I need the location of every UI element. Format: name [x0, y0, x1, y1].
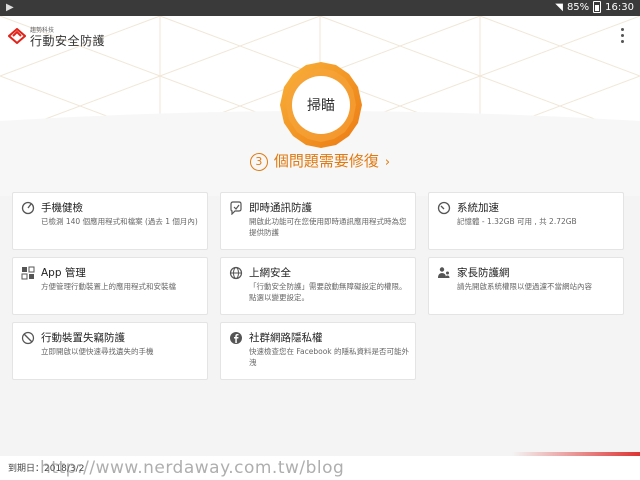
status-bar: ▶ ◥ 85% 16:30: [0, 0, 640, 16]
trend-micro-logo: [8, 28, 26, 44]
issues-link[interactable]: 3 個問題需要修復 ›: [0, 150, 640, 171]
app-title: 行動安全防護: [30, 34, 106, 48]
status-right: ◥ 85% 16:30: [555, 1, 634, 13]
card-app-manager[interactable]: App 管理 方便管理行動裝置上的應用程式和安裝檔: [12, 257, 208, 315]
card-desc: 「行動安全防護」需要啟動無障礙設定的權限。點選以變更設定。: [249, 282, 407, 302]
clock: 16:30: [605, 1, 634, 13]
card-title: 即時通訊防護: [249, 202, 312, 214]
card-system-boost[interactable]: 系統加速 記憶體 - 1.32GB 可用 , 共 2.72GB: [428, 192, 624, 250]
card-title: App 管理: [41, 267, 86, 279]
speedometer-icon: [437, 201, 451, 215]
card-desc: 開啟此功能可在您使用即時通訊應用程式時為您提供防護: [249, 217, 407, 237]
card-desc: 方便管理行動裝置上的應用程式和安裝檔: [41, 282, 176, 291]
card-web-security[interactable]: 上網安全 「行動安全防護」需要啟動無障礙設定的權限。點選以變更設定。: [220, 257, 416, 315]
chevron-right-icon: ›: [384, 155, 391, 170]
card-desc: 記憶體 - 1.32GB 可用 , 共 2.72GB: [457, 217, 577, 226]
more-vert-icon[interactable]: [616, 26, 628, 46]
hero-panel: 趨勢科技 行動安全防護 掃瞄 3 個問題需要修復 ›: [0, 16, 640, 196]
lost-device-icon: [21, 331, 35, 345]
card-im-protection[interactable]: 即時通訊防護 開啟此功能可在您使用即時通訊應用程式時為您提供防護: [220, 192, 416, 250]
phone-checkup-icon: [21, 201, 35, 215]
play-store-icon: ▶: [6, 2, 14, 13]
battery-icon: [593, 1, 602, 13]
wifi-icon: ◥: [555, 1, 563, 13]
card-phone-checkup[interactable]: 手機健檢 已檢測 140 個應用程式和檔案 (過去 1 個月內): [12, 192, 208, 250]
card-desc: 已檢測 140 個應用程式和檔案 (過去 1 個月內): [41, 217, 198, 226]
app-bar: 趨勢科技 行動安全防護: [0, 16, 640, 56]
scan-button[interactable]: 掃瞄: [292, 76, 350, 134]
card-social-privacy[interactable]: 社群網路隱私權 快速檢查您在 Facebook 的隱私資料是否可能外洩: [220, 322, 416, 380]
card-parental-control[interactable]: 家長防護網 請先開啟系統權限以便過濾不當網站內容: [428, 257, 624, 315]
card-title: 行動裝置失竊防護: [41, 332, 125, 344]
issues-text: 個問題需要修復: [273, 152, 379, 170]
card-title: 上網安全: [249, 267, 291, 279]
issue-count: 3: [249, 153, 268, 171]
scan-ring: 掃瞄: [276, 60, 366, 150]
card-title: 家長防護網: [457, 267, 510, 279]
facebook-icon: [230, 332, 242, 344]
battery-percent: 85%: [566, 1, 590, 13]
card-title: 社群網路隱私權: [249, 332, 323, 344]
parental-icon: [438, 267, 450, 278]
card-lost-device[interactable]: 行動裝置失竊防護 立即開啟以便快速尋找遺失的手機: [12, 322, 208, 380]
card-title: 系統加速: [457, 202, 499, 214]
card-desc: 請先開啟系統權限以便過濾不當網站內容: [457, 282, 592, 291]
watermark-text: http://www.nerdaway.com.tw/blog: [40, 458, 345, 478]
globe-icon: [229, 266, 243, 280]
card-desc: 立即開啟以便快速尋找遺失的手機: [41, 347, 154, 356]
card-title: 手機健檢: [41, 202, 83, 214]
im-protection-icon: [230, 201, 242, 215]
card-desc: 快速檢查您在 Facebook 的隱私資料是否可能外洩: [249, 347, 410, 367]
app-grid-icon: [21, 266, 35, 280]
